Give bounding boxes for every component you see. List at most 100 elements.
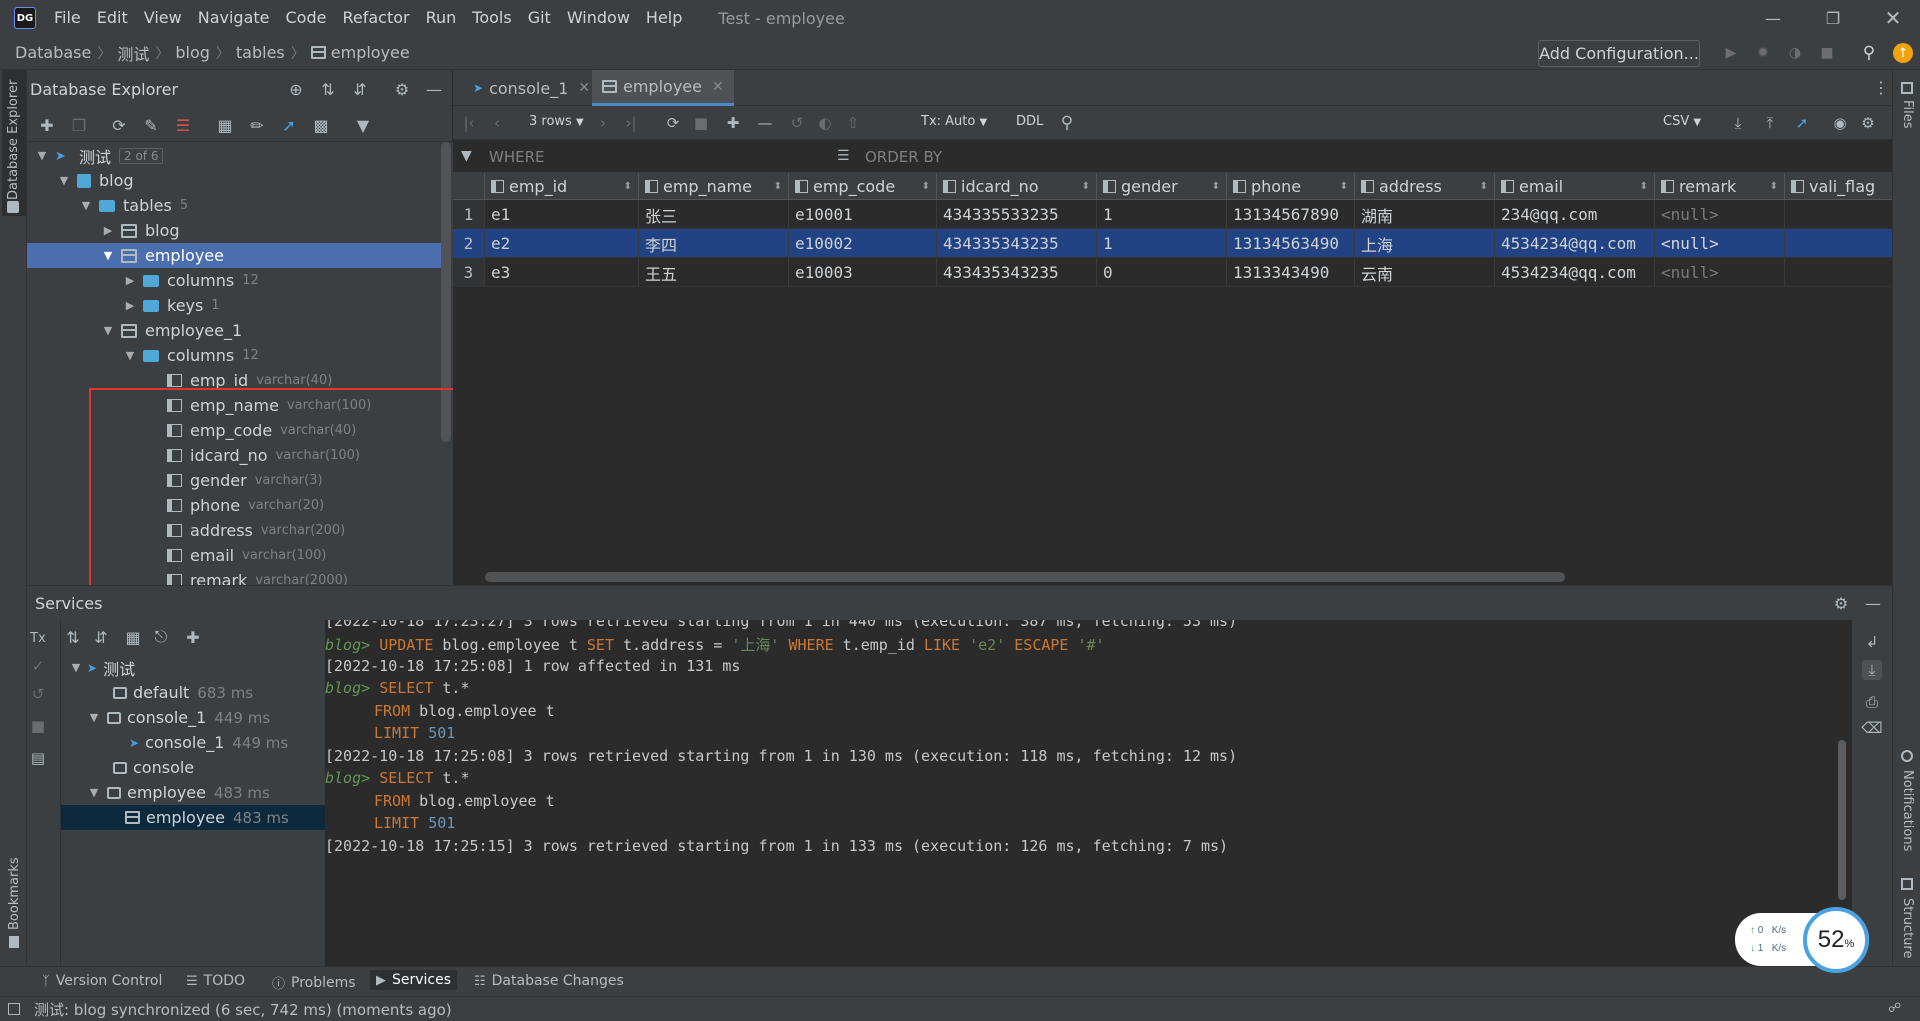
tree-node-column[interactable]: emp_code varchar(40): [27, 418, 441, 443]
refresh-icon[interactable]: ⟳: [663, 114, 683, 132]
tree-node-table-employee[interactable]: ▼ employee: [27, 243, 441, 268]
tree-node-column[interactable]: idcard_no varchar(100): [27, 443, 441, 468]
cell-address[interactable]: 上海: [1355, 229, 1495, 258]
rows-count-dropdown[interactable]: 3 rows ▼: [529, 114, 584, 129]
cell-remark[interactable]: <null>: [1655, 258, 1785, 287]
cell-gender[interactable]: 1: [1097, 229, 1227, 258]
row-number[interactable]: 2: [453, 229, 485, 258]
column-header-phone[interactable]: phone ⬍: [1227, 173, 1355, 200]
copy-icon[interactable]: ❐: [69, 116, 89, 135]
tree-node-column[interactable]: emp_id varchar(40): [27, 368, 441, 393]
tree-node-columns[interactable]: ▶ columns 12: [27, 268, 441, 293]
sort-icon[interactable]: ⬍: [774, 181, 782, 192]
cell-emp-code[interactable]: e10002: [789, 229, 937, 258]
todo-tab[interactable]: ☰ TODO: [186, 973, 245, 989]
cell-idcard-no[interactable]: 433435343235: [937, 258, 1097, 287]
cell-phone[interactable]: 13134563490: [1227, 229, 1355, 258]
group-by-icon[interactable]: ▦: [123, 628, 143, 647]
rollback-icon[interactable]: ↺: [28, 684, 48, 704]
cell-emp-code[interactable]: e10001: [789, 200, 937, 229]
menu-edit[interactable]: Edit: [89, 0, 136, 36]
sort-icon[interactable]: ⬍: [1770, 181, 1778, 192]
menu-tools[interactable]: Tools: [464, 0, 519, 36]
menu-git[interactable]: Git: [520, 0, 559, 36]
tree-node-column[interactable]: phone varchar(20): [27, 493, 441, 518]
locate-icon[interactable]: ⊕: [287, 80, 305, 99]
column-header-emp-id[interactable]: emp_id ⬍: [485, 173, 639, 200]
where-filter-input[interactable]: WHERE: [489, 148, 545, 166]
edit-icon[interactable]: ✏: [247, 116, 267, 135]
menu-code[interactable]: Code: [278, 0, 335, 36]
tree-node-column[interactable]: address varchar(200): [27, 518, 441, 543]
menu-help[interactable]: Help: [638, 0, 690, 36]
previous-page-icon[interactable]: ‹: [487, 114, 507, 132]
row-number[interactable]: 1: [453, 200, 485, 229]
column-header-vali-flag[interactable]: vali_flag⬍: [1785, 173, 1892, 200]
add-icon[interactable]: ✚: [37, 116, 57, 135]
import-icon[interactable]: ⤒: [1760, 114, 1780, 132]
schema-sync-icon[interactable]: ✎: [141, 116, 161, 135]
export-icon[interactable]: ⤓: [1728, 114, 1748, 132]
horizontal-scrollbar[interactable]: [485, 572, 1565, 582]
version-control-tab[interactable]: ᛉ Version Control: [42, 973, 162, 989]
crumb-tables[interactable]: tables: [236, 43, 285, 62]
crumb-employee[interactable]: employee: [331, 43, 410, 62]
cell-idcard-no[interactable]: 434335533235: [937, 200, 1097, 229]
update-icon[interactable]: ↑: [1893, 43, 1913, 63]
cell-vali-flag[interactable]: [1785, 229, 1892, 258]
column-header-email[interactable]: email ⬍: [1495, 173, 1655, 200]
service-node-console-1-child[interactable]: ➤ console_1 449 ms: [61, 730, 325, 755]
row-number[interactable]: 3: [453, 258, 485, 287]
menu-view[interactable]: View: [136, 0, 190, 36]
disconnect-icon[interactable]: ☰: [173, 116, 193, 135]
expand-all-icon[interactable]: ⇅: [63, 628, 83, 647]
submit-icon[interactable]: ⇧: [843, 114, 863, 132]
query-console-icon[interactable]: ▩: [311, 116, 331, 135]
cell-remark[interactable]: <null>: [1655, 200, 1785, 229]
cell-phone[interactable]: 1313343490: [1227, 258, 1355, 287]
menu-refactor[interactable]: Refactor: [334, 0, 417, 36]
add-row-icon[interactable]: ✚: [723, 114, 743, 132]
service-node-console-1[interactable]: ▼ console_1 449 ms: [61, 705, 325, 730]
table-row[interactable]: 1 e1 张三 e10001 434335533235 1 13134567890 湖南 234…: [453, 200, 1892, 229]
filter-icon[interactable]: ▼: [353, 116, 373, 135]
cell-gender[interactable]: 0: [1097, 258, 1227, 287]
tab-console-1[interactable]: ➤ console_1 ✕: [463, 70, 600, 106]
scroll-to-end-icon[interactable]: ⤓: [1862, 660, 1882, 680]
console-scrollbar[interactable]: [1838, 740, 1846, 900]
compare-icon[interactable]: ➚: [1792, 114, 1812, 132]
collapse-all-icon[interactable]: ⇵: [351, 80, 369, 99]
expand-all-icon[interactable]: ⇅: [319, 80, 337, 99]
collapse-all-icon[interactable]: ⇵: [91, 628, 111, 647]
column-header-idcard-no[interactable]: idcard_no ⬍: [937, 173, 1097, 200]
cell-address[interactable]: 云南: [1355, 258, 1495, 287]
close-icon[interactable]: ✕: [578, 80, 590, 96]
sort-icon[interactable]: ⬍: [1340, 181, 1348, 192]
cell-emp-code[interactable]: e10003: [789, 258, 937, 287]
service-node-default[interactable]: default 683 ms: [61, 680, 325, 705]
toggle-tool-windows-icon[interactable]: [8, 1003, 20, 1015]
cell-gender[interactable]: 1: [1097, 200, 1227, 229]
bookmarks-stripe-button[interactable]: Bookmarks: [7, 857, 22, 930]
cell-emp-id[interactable]: e1: [485, 200, 639, 229]
menu-navigate[interactable]: Navigate: [190, 0, 278, 36]
column-header-remark[interactable]: remark ⬍: [1655, 173, 1785, 200]
cell-vali-flag[interactable]: [1785, 200, 1892, 229]
minimize-button[interactable]: —: [1746, 0, 1800, 36]
gear-icon[interactable]: ⚙: [1832, 594, 1850, 613]
cell-remark[interactable]: <null>: [1655, 229, 1785, 258]
menu-run[interactable]: Run: [418, 0, 465, 36]
order-by-input[interactable]: ORDER BY: [865, 148, 942, 166]
tree-node-tables[interactable]: ▼ tables 5: [27, 193, 441, 218]
table-row[interactable]: 3 e3 王五 e10003 433435343235 0 1313343490 云南 4534…: [453, 258, 1892, 287]
cell-email[interactable]: 234@qq.com: [1495, 200, 1655, 229]
table-row[interactable]: 2 e2 李四 e10002 434335343235 1 13134563490 上海 453…: [453, 229, 1892, 258]
tree-node-columns-1[interactable]: ▼ columns 12: [27, 343, 441, 368]
cell-emp-id[interactable]: e3: [485, 258, 639, 287]
tab-employee[interactable]: employee ✕: [592, 70, 734, 106]
cpu-usage-gauge[interactable]: 52%: [1803, 907, 1869, 973]
menu-window[interactable]: Window: [559, 0, 638, 36]
cell-emp-name[interactable]: 王五: [639, 258, 789, 287]
search-icon[interactable]: ⚲: [1860, 43, 1878, 63]
delete-row-icon[interactable]: —: [755, 114, 775, 132]
